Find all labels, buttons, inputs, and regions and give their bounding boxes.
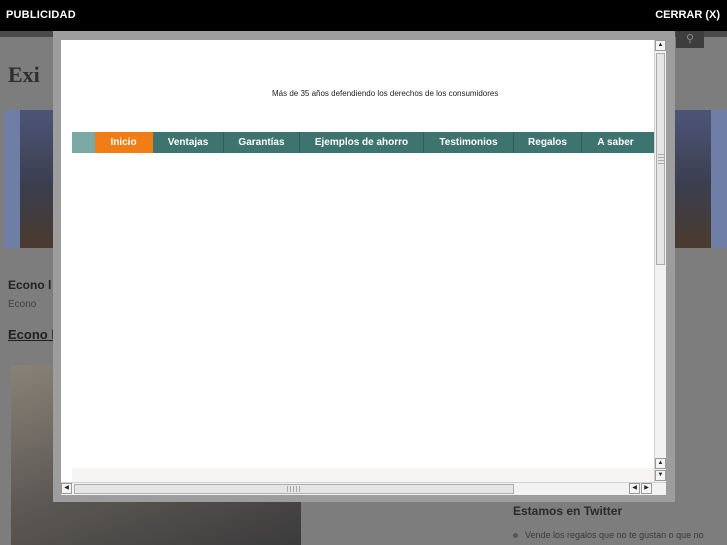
- article-heading: Econo l: [8, 278, 52, 292]
- nav-item-garantias[interactable]: Garantías: [224, 132, 300, 153]
- ad-label: PUBLICIDAD: [6, 9, 76, 21]
- nav-item-ejemplos[interactable]: Ejemplos de ahorro: [300, 132, 424, 153]
- horizontal-scrollbar[interactable]: ◀ ◀ ▶: [61, 482, 666, 495]
- horizontal-scroll-thumb[interactable]: [74, 484, 514, 494]
- nav-item-testimonios[interactable]: Testimonios: [424, 132, 514, 153]
- arrow-right-icon[interactable]: ▶: [641, 483, 652, 494]
- search-icon[interactable]: ⚲: [676, 31, 704, 48]
- vertical-scroll-thumb[interactable]: [656, 53, 665, 265]
- article-meta: Econo: [8, 299, 37, 310]
- ad-bar: PUBLICIDAD CERRAR (X): [0, 0, 727, 31]
- arrow-up-icon[interactable]: ▲: [655, 458, 666, 469]
- banner-stripe: [4, 110, 20, 248]
- article-link[interactable]: Econo l: [8, 327, 55, 342]
- grip-icon: [287, 486, 301, 492]
- nav-item-regalos[interactable]: Regalos: [514, 132, 582, 153]
- bullet-icon: [513, 533, 518, 538]
- nav-item-inicio[interactable]: Inicio: [95, 132, 153, 153]
- nav-spacer: [72, 132, 95, 153]
- grip-icon: [658, 154, 665, 164]
- ad-iframe: Más de 35 años defendiendo los derechos …: [61, 40, 666, 495]
- site-logo: Exi: [8, 62, 40, 87]
- tagline: Más de 35 años defendiendo los derechos …: [272, 89, 499, 98]
- vertical-scrollbar[interactable]: ▲ ▲ ▼: [654, 40, 666, 482]
- arrow-up-icon[interactable]: ▲: [655, 40, 666, 51]
- nav-item-a-saber[interactable]: A saber: [582, 132, 649, 153]
- arrow-left-icon[interactable]: ◀: [629, 483, 640, 494]
- sidebar-item[interactable]: Vende los regalos que no te gustan o que…: [525, 530, 704, 540]
- frame-footer: [72, 468, 657, 482]
- sidebar-heading: Estamos en Twitter: [513, 504, 623, 518]
- arrow-left-icon[interactable]: ◀: [61, 483, 72, 494]
- arrow-down-icon[interactable]: ▼: [655, 470, 666, 481]
- nav-item-ventajas[interactable]: Ventajas: [153, 132, 224, 153]
- banner-stripe: [711, 110, 727, 248]
- ad-nav: Inicio Ventajas Garantías Ejemplos de ah…: [72, 132, 657, 153]
- ad-modal: Más de 35 años defendiendo los derechos …: [53, 31, 675, 502]
- close-button[interactable]: CERRAR (X): [655, 9, 720, 21]
